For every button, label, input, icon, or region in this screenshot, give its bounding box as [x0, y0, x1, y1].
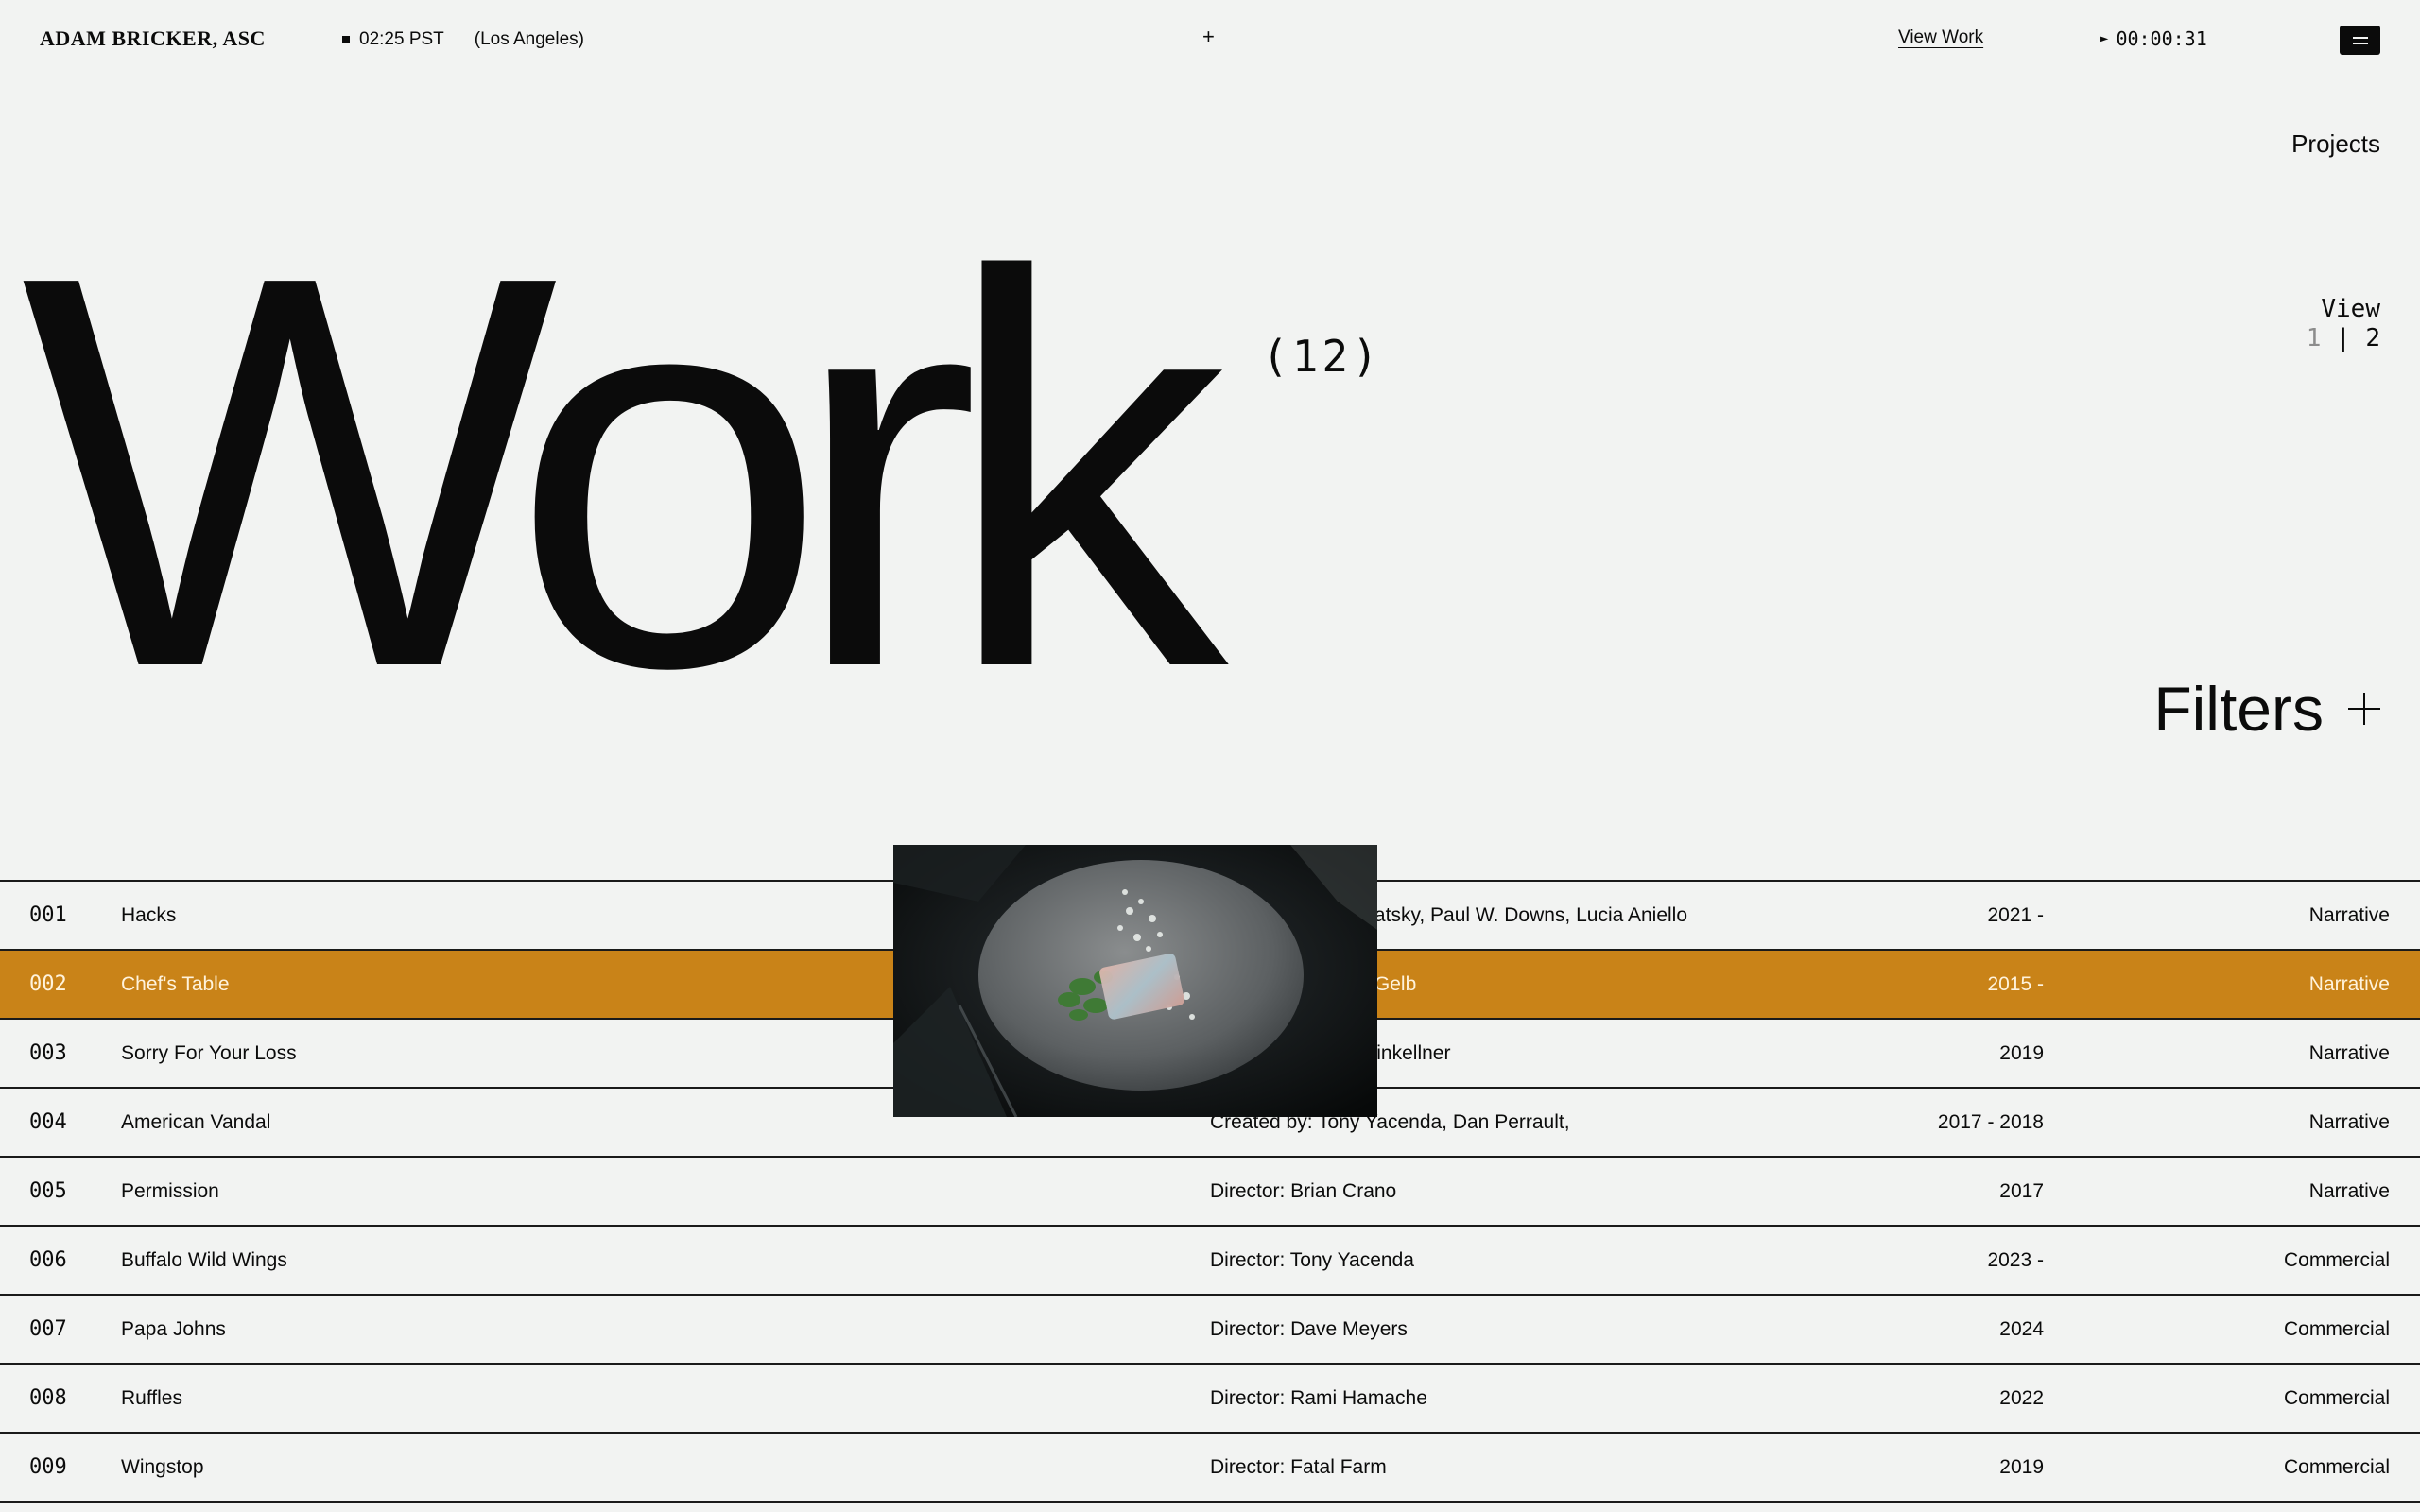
table-row[interactable]: 005 Permission Director: Brian Crano 201…	[0, 1158, 2420, 1227]
row-year: 2017	[1999, 1180, 2044, 1202]
row-category: Commercial	[2283, 1456, 2390, 1478]
row-credit: Director: Tony Yacenda	[1210, 1249, 1414, 1271]
plus-icon[interactable]: +	[1202, 25, 1215, 49]
square-bullet-icon	[342, 36, 350, 43]
row-year: 2019	[1999, 1456, 2044, 1478]
row-year: 2022	[1999, 1387, 2044, 1409]
plus-icon	[2348, 693, 2380, 725]
hamburger-icon-line	[2352, 36, 2368, 39]
row-category: Narrative	[2308, 973, 2390, 995]
row-number: 004	[29, 1110, 67, 1134]
row-year: 2015 -	[1987, 973, 2044, 995]
row-title: Hacks	[121, 904, 177, 926]
row-category: Commercial	[2283, 1249, 2390, 1271]
project-count: (12)	[1262, 331, 1382, 382]
view-separator: |	[2336, 324, 2351, 352]
filters-toggle[interactable]: Filters	[2153, 673, 2380, 745]
row-year: 2021 -	[1987, 904, 2044, 926]
row-number: 001	[29, 903, 67, 927]
row-number: 002	[29, 972, 67, 996]
clock-location: (Los Angeles)	[474, 29, 584, 49]
clock-time: 02:25 PST	[359, 29, 444, 49]
table-row[interactable]: 006 Buffalo Wild Wings Director: Tony Ya…	[0, 1227, 2420, 1296]
play-icon[interactable]: ►	[2100, 31, 2108, 46]
row-number: 008	[29, 1386, 67, 1410]
row-year: 2019	[1999, 1042, 2044, 1064]
row-category: Narrative	[2308, 1180, 2390, 1202]
row-credit: Director: Rami Hamache	[1210, 1387, 1427, 1409]
row-number: 003	[29, 1041, 67, 1065]
page-title: Work	[21, 161, 1228, 783]
row-year: 2017 - 2018	[1937, 1111, 2044, 1133]
row-category: Commercial	[2283, 1318, 2390, 1340]
row-title: Papa Johns	[121, 1318, 226, 1340]
row-category: Commercial	[2283, 1387, 2390, 1409]
video-timer[interactable]: ► 00:00:31	[2100, 27, 2207, 50]
timer-value: 00:00:31	[2116, 27, 2207, 50]
row-credit: Director: Brian Crano	[1210, 1180, 1397, 1202]
site-header: ADAM BRICKER, ASC 02:25 PST (Los Angeles…	[0, 0, 2420, 85]
view-work-link[interactable]: View Work	[1898, 27, 1983, 48]
view-option-1[interactable]: 1	[2307, 324, 2322, 352]
row-title: Wingstop	[121, 1456, 204, 1478]
row-title: American Vandal	[121, 1111, 271, 1133]
menu-button[interactable]	[2340, 26, 2380, 55]
hamburger-icon-line	[2352, 42, 2368, 44]
row-credit: Director: Fatal Farm	[1210, 1456, 1387, 1478]
row-title: Buffalo Wild Wings	[121, 1249, 287, 1271]
view-toggle: View 1 | 2	[2307, 295, 2380, 353]
row-title: Sorry For Your Loss	[121, 1042, 297, 1064]
project-preview-image	[893, 845, 1377, 1117]
row-credit: Director: Dave Meyers	[1210, 1318, 1408, 1340]
row-title: Ruffles	[121, 1387, 182, 1409]
table-row[interactable]: 009 Wingstop Director: Fatal Farm 2019 C…	[0, 1434, 2420, 1503]
row-year: 2024	[1999, 1318, 2044, 1340]
row-number: 005	[29, 1179, 67, 1203]
row-number: 006	[29, 1248, 67, 1272]
row-number: 007	[29, 1317, 67, 1341]
preview-illustration	[893, 845, 1377, 1117]
view-option-2[interactable]: 2	[2365, 324, 2380, 352]
table-row[interactable]: 008 Ruffles Director: Rami Hamache 2022 …	[0, 1365, 2420, 1434]
projects-link[interactable]: Projects	[2291, 129, 2380, 159]
table-row[interactable]: 007 Papa Johns Director: Dave Meyers 202…	[0, 1296, 2420, 1365]
row-year: 2023 -	[1987, 1249, 2044, 1271]
filters-label: Filters	[2153, 674, 2324, 744]
row-title: Permission	[121, 1180, 219, 1202]
row-category: Narrative	[2308, 904, 2390, 926]
view-label: View	[2321, 295, 2380, 323]
brand-logo[interactable]: ADAM BRICKER, ASC	[40, 26, 266, 51]
row-title: Chef's Table	[121, 973, 230, 995]
row-category: Narrative	[2308, 1042, 2390, 1064]
row-category: Narrative	[2308, 1111, 2390, 1133]
local-clock: 02:25 PST (Los Angeles)	[342, 29, 584, 50]
row-number: 009	[29, 1455, 67, 1479]
